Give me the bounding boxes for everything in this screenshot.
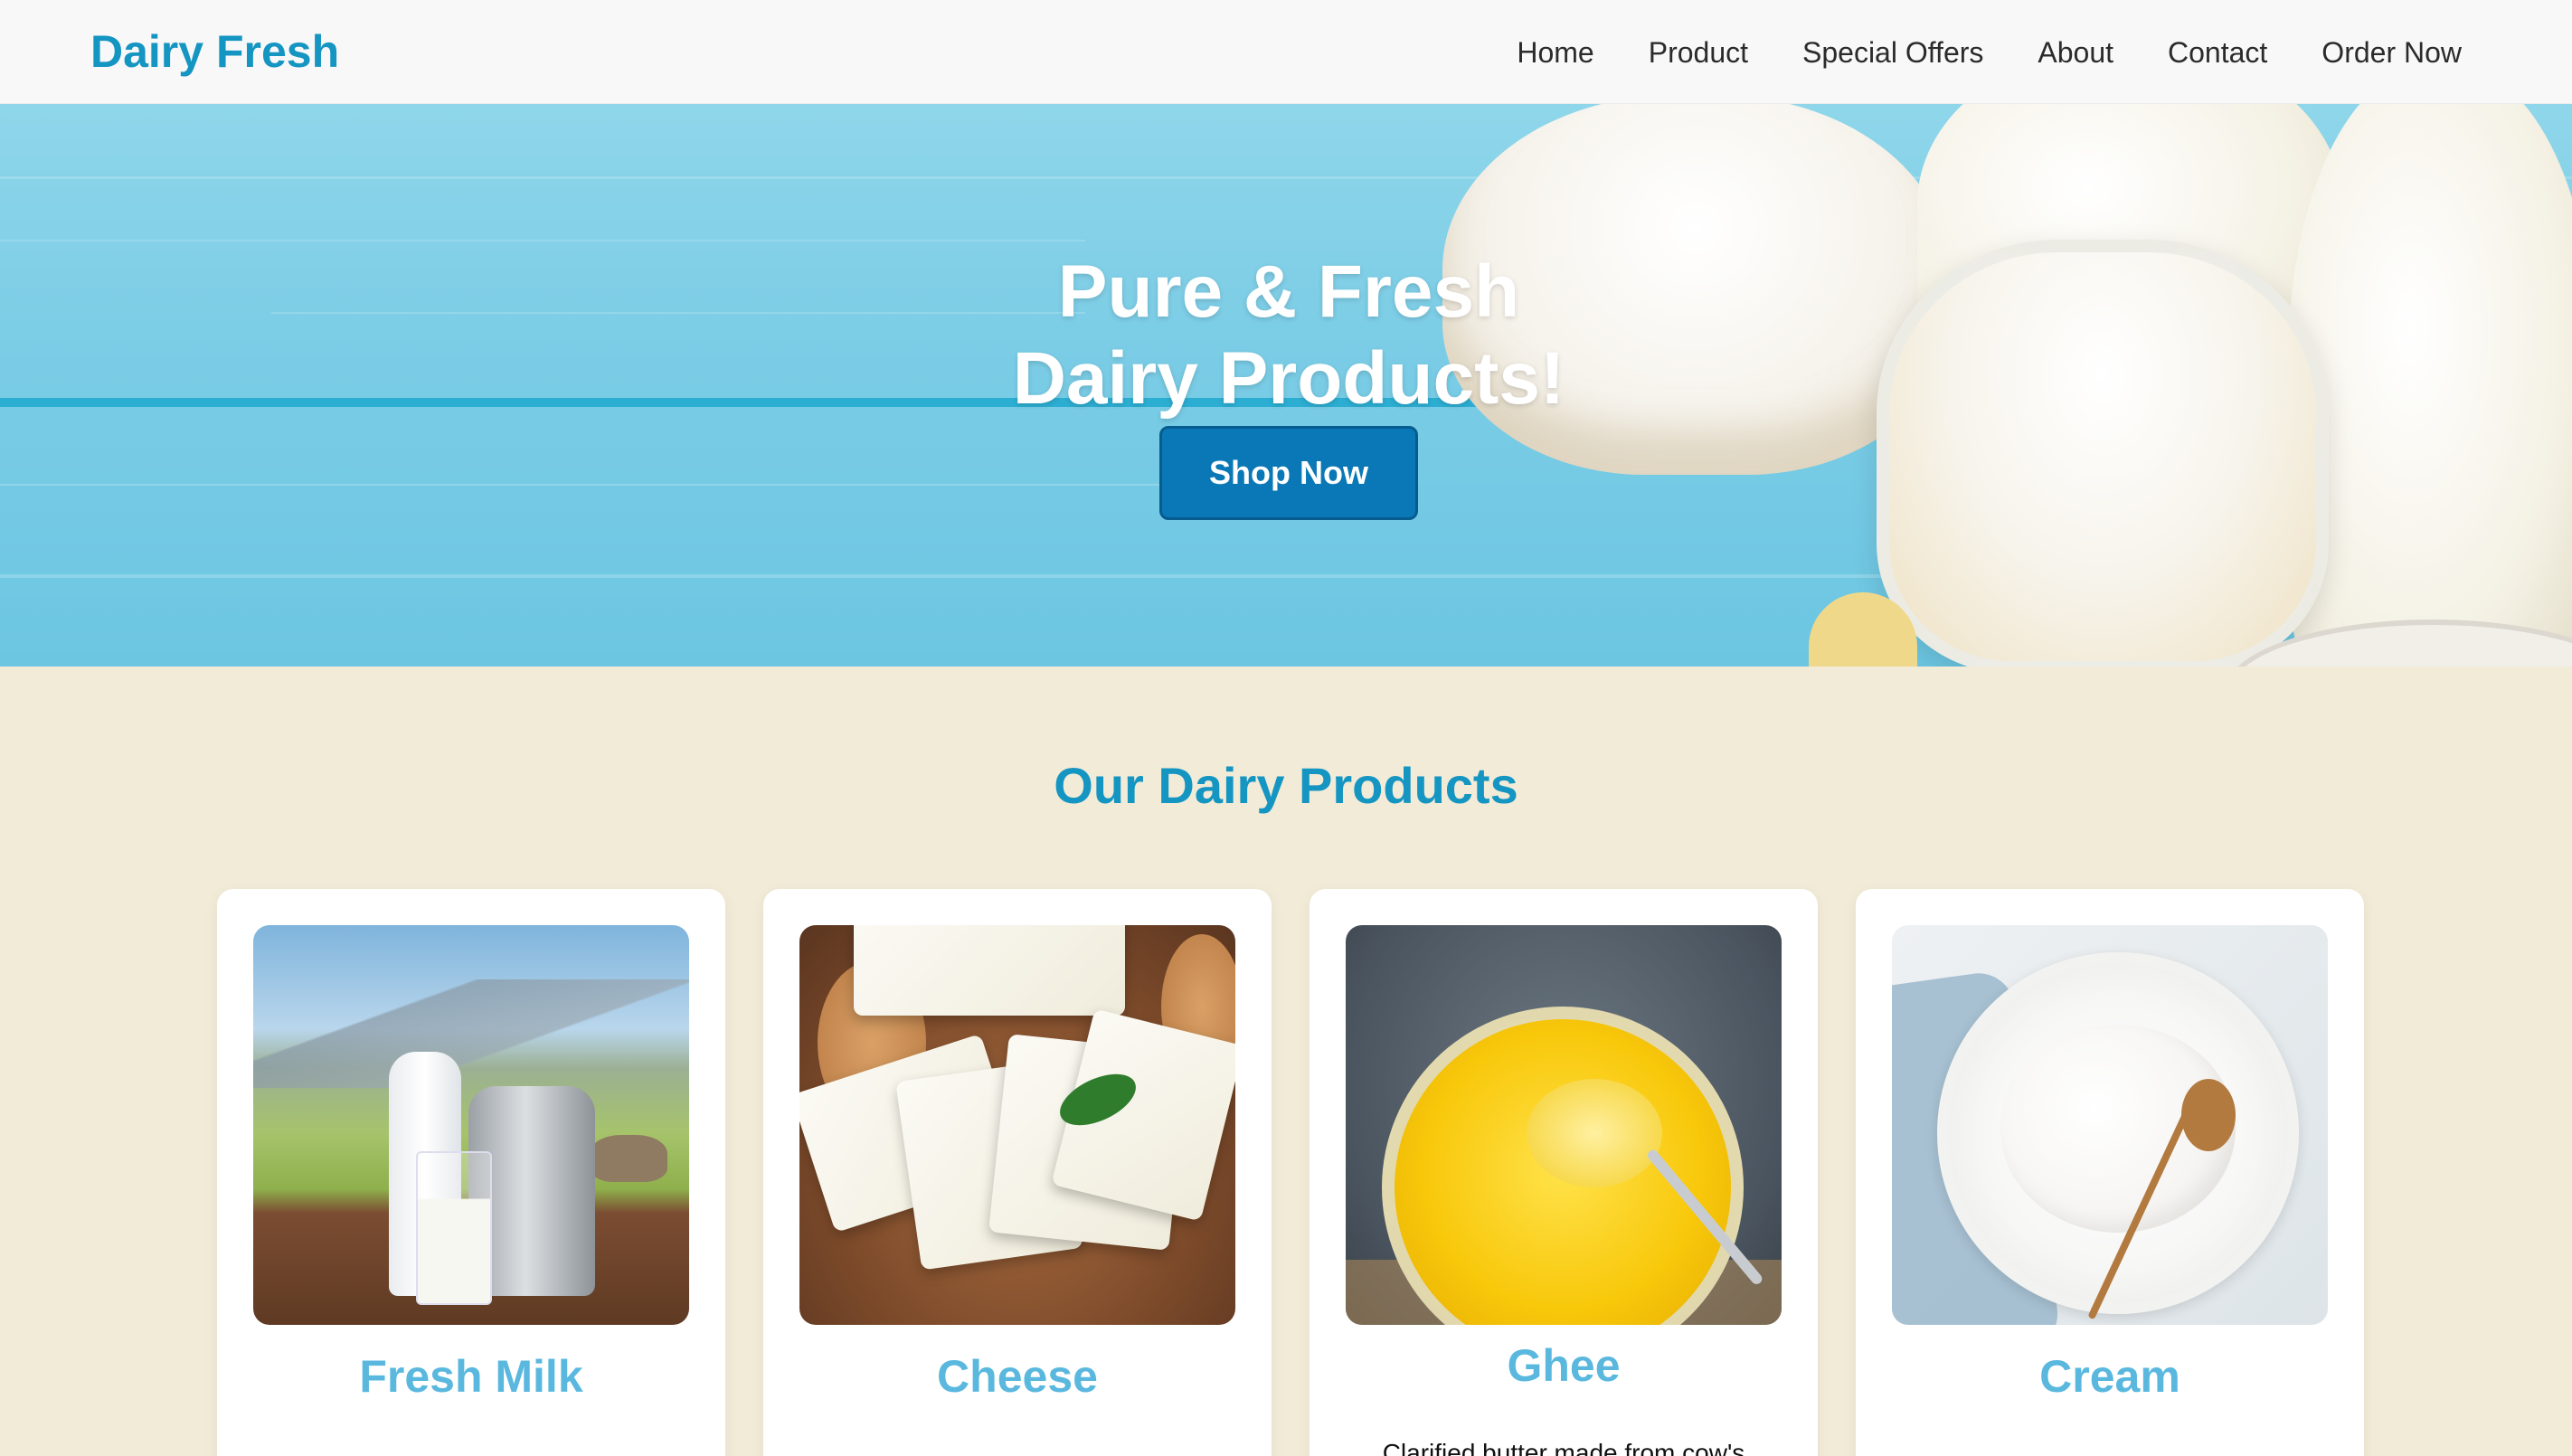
product-card-ghee[interactable]: Ghee Clarified butter made from cow's xyxy=(1310,889,1818,1456)
nav-item-special-offers: Special Offers xyxy=(1802,29,1983,76)
product-title: Cheese xyxy=(937,1351,1098,1402)
ghee-jar-image xyxy=(1346,925,1782,1325)
cheese-block-shape xyxy=(854,925,1125,1016)
hero-content: Pure & Fresh Dairy Products! Shop Now xyxy=(922,249,1655,520)
products-section-title: Our Dairy Products xyxy=(1054,757,1518,814)
product-title: Fresh Milk xyxy=(359,1351,583,1402)
nav-link-special-offers[interactable]: Special Offers xyxy=(1802,36,1983,69)
milk-bottle-and-can-image xyxy=(253,925,689,1325)
milk-bottle-image xyxy=(2288,104,2572,667)
sliced-cheese-image xyxy=(799,925,1235,1325)
cream-bowl-image xyxy=(1892,925,2328,1325)
cow-shape xyxy=(590,1135,667,1182)
hero-title-line-2: Dairy Products! xyxy=(1012,337,1565,420)
brand-logo[interactable]: Dairy Fresh xyxy=(90,25,339,78)
hero-title: Pure & Fresh Dairy Products! xyxy=(922,249,1655,422)
navbar: Dairy Fresh Home Product Special Offers … xyxy=(0,0,2572,104)
hero-title-line-1: Pure & Fresh xyxy=(1057,251,1520,333)
product-card-list: Fresh Milk Cheese Ghee Clarified butter … xyxy=(217,889,2364,1456)
nav-menu: Home Product Special Offers About Contac… xyxy=(1517,29,2462,76)
nav-link-about[interactable]: About xyxy=(2038,36,2113,69)
glass-shape xyxy=(416,1151,492,1305)
product-card-cheese[interactable]: Cheese xyxy=(763,889,1272,1456)
product-title: Ghee xyxy=(1507,1340,1621,1391)
product-description: Clarified butter made from cow's xyxy=(1382,1439,1745,1456)
nav-link-contact[interactable]: Contact xyxy=(2168,36,2267,69)
nav-link-order-now[interactable]: Order Now xyxy=(2321,36,2462,69)
mountain-shape xyxy=(253,979,689,1088)
ghee-scoop-shape xyxy=(1527,1079,1662,1187)
nav-item-contact: Contact xyxy=(2168,29,2267,76)
nav-item-about: About xyxy=(2038,29,2113,76)
product-card-cream[interactable]: Cream xyxy=(1856,889,2364,1456)
wood-grain xyxy=(0,240,1085,241)
nav-item-product: Product xyxy=(1649,29,1748,76)
nav-link-home[interactable]: Home xyxy=(1517,36,1593,69)
product-title: Cream xyxy=(2039,1351,2180,1402)
shop-now-button[interactable]: Shop Now xyxy=(1159,426,1418,520)
nav-link-product[interactable]: Product xyxy=(1649,36,1748,69)
nav-item-order-now: Order Now xyxy=(2321,29,2462,76)
hero-banner: Pure & Fresh Dairy Products! Shop Now xyxy=(0,104,2572,667)
product-card-fresh-milk[interactable]: Fresh Milk xyxy=(217,889,725,1456)
nav-item-home: Home xyxy=(1517,29,1593,76)
milk-jar-image xyxy=(1877,240,2329,667)
